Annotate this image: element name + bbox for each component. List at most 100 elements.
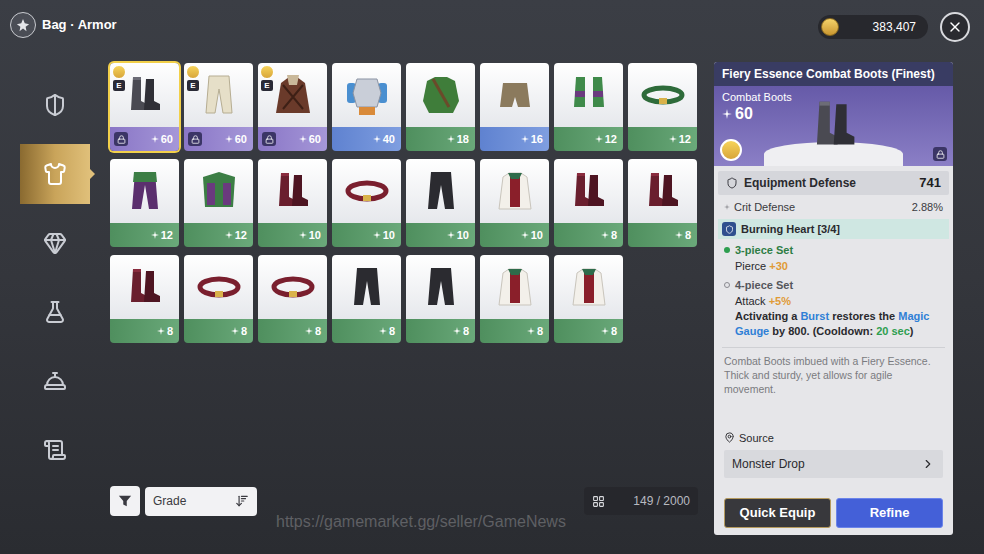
enhance-level: 8	[315, 326, 321, 337]
item-card[interactable]: 12	[628, 63, 697, 151]
item-card[interactable]: 8	[480, 255, 549, 343]
enhance-icon	[157, 327, 165, 335]
item-card[interactable]: 16	[480, 63, 549, 151]
sidebar-item[interactable]	[20, 75, 90, 135]
sort-dropdown[interactable]: Grade	[145, 487, 257, 516]
filter-button[interactable]	[110, 486, 140, 516]
item-card[interactable]: 12	[110, 159, 179, 247]
enhance-icon	[151, 135, 159, 143]
enhance-icon	[373, 231, 381, 239]
item-card[interactable]: 18	[406, 63, 475, 151]
item-card[interactable]: 8	[258, 255, 327, 343]
tunic-icon	[417, 71, 465, 119]
item-card[interactable]: 40	[332, 63, 401, 151]
shorts-icon	[491, 71, 539, 119]
enhance-level: 12	[161, 230, 173, 241]
weapon-icon	[43, 93, 67, 117]
enhance-level: 8	[537, 326, 543, 337]
enhance-level: 12	[235, 230, 247, 241]
item-card[interactable]: 12	[184, 159, 253, 247]
enhance-level: 10	[383, 230, 395, 241]
item-card[interactable]: 60 E	[258, 63, 327, 151]
set-stat: Pierce +30	[724, 258, 943, 274]
close-button[interactable]	[940, 12, 970, 42]
armor-icon	[43, 162, 67, 186]
set-effect: Activating a Burst restores the Magic Ga…	[724, 309, 943, 339]
item-grid: 60E60E60E4018161212121210101010888888888	[110, 63, 698, 343]
item-card[interactable]: 10	[406, 159, 475, 247]
enhance-level: 8	[463, 326, 469, 337]
enhance-icon	[722, 109, 732, 119]
enhance-icon	[447, 135, 455, 143]
character-badge: E	[186, 65, 200, 91]
character-portrait	[186, 65, 200, 79]
sash-icon	[639, 71, 687, 119]
set-active-dot	[724, 247, 730, 253]
enhance-icon	[305, 327, 313, 335]
boots-icon	[565, 167, 613, 215]
item-card[interactable]: 60E	[184, 63, 253, 151]
item-card[interactable]: 8	[554, 159, 623, 247]
source-row[interactable]: Monster Drop	[724, 450, 943, 478]
enhance-icon	[151, 231, 159, 239]
enhance-level: 10	[531, 230, 543, 241]
enhance-icon	[669, 135, 677, 143]
lock-badge	[114, 132, 128, 146]
set-stat: Attack +5%	[724, 293, 943, 309]
sidebar-item[interactable]	[20, 213, 90, 273]
boots-icon	[804, 94, 866, 156]
item-card[interactable]: 8	[184, 255, 253, 343]
boots-icon	[639, 167, 687, 215]
sidebar	[0, 62, 90, 554]
item-card[interactable]: 10	[480, 159, 549, 247]
enhance-level: 60	[309, 134, 321, 145]
item-card[interactable]: 10	[258, 159, 327, 247]
item-card[interactable]: 12	[554, 63, 623, 151]
sidebar-item[interactable]	[20, 420, 90, 480]
potion-icon	[43, 300, 67, 324]
sidebar-item[interactable]	[20, 282, 90, 342]
set-bonus: 3-piece SetPierce +30	[714, 242, 953, 274]
enhance-icon	[453, 327, 461, 335]
sidebar-item[interactable]	[20, 351, 90, 411]
enhance-level: 60	[161, 134, 173, 145]
item-detail-panel: Fiery Essence Combat Boots (Finest)Comba…	[714, 62, 953, 535]
item-card[interactable]: 8	[406, 255, 475, 343]
close-icon	[947, 19, 963, 35]
enhance-icon	[373, 135, 381, 143]
item-card[interactable]: 8	[554, 255, 623, 343]
item-card[interactable]: 8	[628, 159, 697, 247]
lock-icon	[117, 135, 126, 144]
bottom-bar: Grade149 / 2000	[110, 486, 698, 516]
enhance-level: 18	[457, 134, 469, 145]
enhance-icon	[521, 231, 529, 239]
mantle-icon	[195, 167, 243, 215]
enhance-level: 8	[389, 326, 395, 337]
item-card[interactable]: 8	[110, 255, 179, 343]
lock-badge	[188, 132, 202, 146]
enhance-icon	[527, 327, 535, 335]
enhance-icon	[601, 327, 609, 335]
item-card[interactable]: 10	[332, 159, 401, 247]
coin-icon	[821, 18, 839, 36]
enhance-icon	[225, 135, 233, 143]
enhance-icon	[724, 204, 730, 210]
bag-logo-icon	[10, 12, 36, 38]
sort-icon	[235, 494, 249, 508]
greaves-icon	[565, 71, 613, 119]
enhance-icon	[447, 231, 455, 239]
enhance-level: 12	[605, 134, 617, 145]
item-card[interactable]: 60 E	[110, 63, 179, 151]
grade-badge: E	[261, 80, 273, 91]
sidebar-item[interactable]	[20, 144, 90, 204]
pants-icon	[343, 263, 391, 311]
character-badge: E	[112, 65, 126, 91]
enhance-icon	[299, 135, 307, 143]
enhance-level: 8	[167, 326, 173, 337]
quick-equip-button[interactable]: Quick Equip	[724, 498, 831, 528]
refine-button[interactable]: Refine	[836, 498, 943, 528]
enhance-icon	[299, 231, 307, 239]
item-card[interactable]: 8	[332, 255, 401, 343]
leggings-icon	[121, 167, 169, 215]
lock-icon	[191, 135, 200, 144]
